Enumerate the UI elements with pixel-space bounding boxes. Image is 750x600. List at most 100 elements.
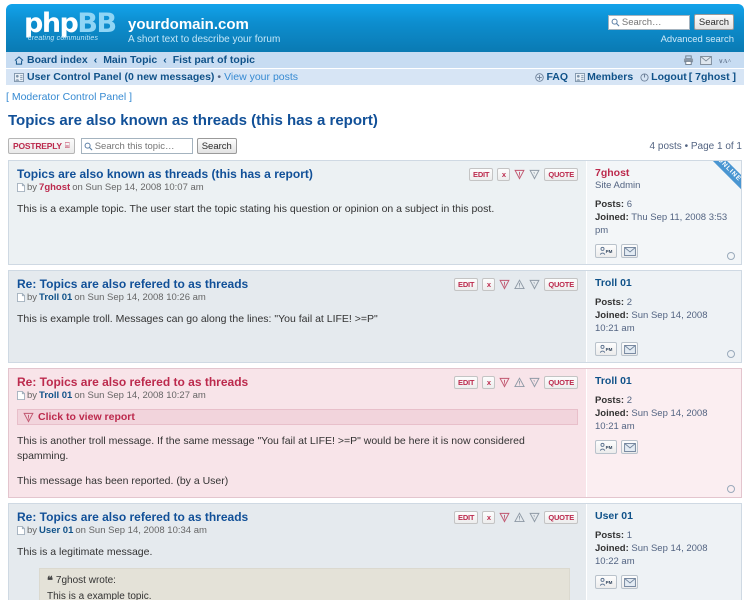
post-subject[interactable]: Re: Topics are also refered to as thread…	[17, 277, 248, 291]
logo-block[interactable]: phpBB creating communities yourdomain.co…	[24, 10, 280, 47]
post-controls: EDIT x? QUOTE	[454, 375, 578, 389]
moderator-control-panel[interactable]: [ Moderator Control Panel ]	[6, 91, 744, 103]
quote-post-button[interactable]: QUOTE	[544, 511, 578, 524]
quote-author: 7ghost wrote:	[55, 575, 116, 586]
view-report-bar[interactable]: Click to view report	[17, 409, 578, 425]
post-subject[interactable]: Re: Topics are also refered to as thread…	[17, 510, 248, 524]
topic-search: Search	[80, 138, 237, 154]
edit-post-button[interactable]: EDIT	[469, 168, 494, 181]
post-paragraph: This message has been reported. (by a Us…	[17, 475, 229, 487]
post-paragraph: This is a example topic. The user start …	[17, 203, 495, 215]
members-link[interactable]: Members	[587, 69, 633, 85]
post-icon	[17, 293, 25, 302]
advanced-search-link[interactable]: Advanced search	[661, 34, 734, 45]
post-body: Re: Topics are also refered to as thread…	[9, 271, 586, 362]
topic-search-button[interactable]: Search	[196, 138, 237, 154]
site-text: yourdomain.com A short text to describe …	[128, 10, 280, 47]
report-post-icon[interactable]	[499, 377, 510, 388]
breadcrumb-main-topic[interactable]: Main Topic	[103, 52, 157, 68]
header-wrapper: phpBB creating communities yourdomain.co…	[0, 0, 750, 52]
post-reply-button-top[interactable]: POSTREPLY ⌸	[8, 138, 75, 154]
delete-post-button[interactable]: x	[482, 376, 496, 389]
delete-post-button[interactable]: x	[497, 168, 511, 181]
back-to-top-button[interactable]	[727, 485, 735, 493]
private-message-button[interactable]: PM	[595, 575, 617, 589]
post-info-icon[interactable]: ?	[529, 169, 540, 180]
report-post-icon[interactable]	[499, 279, 510, 290]
author-stats: Posts: 2 Joined: Sun Sep 14, 2008 10:21 a…	[595, 394, 733, 433]
back-to-top-button[interactable]	[727, 350, 735, 358]
search-box[interactable]	[607, 14, 690, 30]
topic-search-box[interactable]	[80, 138, 193, 154]
faq-link[interactable]: FAQ	[546, 69, 568, 85]
author-name[interactable]: Troll 01	[595, 277, 733, 289]
logout-link[interactable]: Logout	[651, 69, 687, 85]
private-message-button[interactable]: PM	[595, 244, 617, 258]
email-user-button[interactable]	[621, 440, 638, 454]
author-name[interactable]: User 01	[595, 510, 733, 522]
report-post-icon[interactable]	[499, 512, 510, 523]
user-control-panel-link[interactable]: User Control Panel	[27, 69, 122, 85]
delete-post-button[interactable]: x	[482, 511, 496, 524]
email-user-button[interactable]	[621, 342, 638, 356]
quote-post-button[interactable]: QUOTE	[544, 278, 578, 291]
post-author[interactable]: Troll 01	[39, 390, 72, 401]
font-size-icon[interactable]: ∨A^	[718, 56, 736, 65]
ucp-icon	[14, 72, 24, 82]
email-user-button[interactable]	[621, 575, 638, 589]
edit-post-button[interactable]: EDIT	[454, 511, 479, 524]
post-subject[interactable]: Topics are also known as threads (this h…	[17, 167, 313, 181]
author-name[interactable]: Troll 01	[595, 375, 733, 387]
author-name[interactable]: 7ghost	[595, 167, 733, 179]
warn-user-icon[interactable]	[514, 377, 526, 388]
quote-post-button[interactable]: QUOTE	[544, 376, 578, 389]
search-input[interactable]	[621, 15, 687, 29]
warn-user-icon[interactable]	[514, 512, 526, 523]
post-author-panel: ONLINE 7ghost Site Admin Posts: 6 Joined: Th…	[586, 161, 741, 264]
post-by-label: by	[27, 525, 38, 536]
report-post-icon[interactable]	[514, 169, 525, 180]
post-header-left: Re: Topics are also refered to as thread…	[17, 510, 248, 536]
post-info-icon[interactable]: ?	[529, 377, 540, 388]
post-author[interactable]: 7ghost	[39, 182, 70, 193]
breadcrumb-board-index[interactable]: Board index	[27, 52, 88, 68]
joined-label: Joined:	[595, 310, 629, 321]
topic-search-input[interactable]	[94, 139, 190, 153]
post-reply-arrow-icon: ⌸	[64, 141, 70, 150]
faq-item[interactable]: FAQ	[535, 69, 568, 85]
quote-post-button[interactable]: QUOTE	[544, 168, 578, 181]
quote-mark-icon: ❝	[47, 575, 53, 587]
view-your-posts-link[interactable]: View your posts	[224, 69, 298, 85]
site-header: phpBB creating communities yourdomain.co…	[6, 4, 744, 52]
post-paragraph: This is a legitimate message.	[17, 546, 153, 558]
phpbb-page: phpBB creating communities yourdomain.co…	[0, 0, 750, 600]
posts-label: Posts:	[595, 199, 625, 210]
edit-post-button[interactable]: EDIT	[454, 278, 479, 291]
breadcrumb-first-part[interactable]: Fist part of topic	[173, 52, 255, 68]
post-by-label: by	[27, 182, 38, 193]
warn-user-icon[interactable]	[514, 279, 526, 290]
email-icon[interactable]	[700, 55, 712, 65]
author-posts: Posts: 1	[595, 529, 733, 542]
private-message-button[interactable]: PM	[595, 342, 617, 356]
edit-post-button[interactable]: EDIT	[454, 376, 479, 389]
delete-post-button[interactable]: x	[482, 278, 496, 291]
post-author[interactable]: Troll 01	[39, 292, 72, 303]
logout-item[interactable]: Logout [ 7ghost ]	[640, 69, 736, 85]
post-info-icon[interactable]: ?	[529, 279, 540, 290]
post-header-left: Re: Topics are also refered to as thread…	[17, 375, 248, 401]
private-message-button[interactable]: PM	[595, 440, 617, 454]
print-icon[interactable]	[683, 55, 694, 65]
post-info-icon[interactable]: ?	[529, 512, 540, 523]
moderator-control-panel-link[interactable]: [ Moderator Control Panel ]	[6, 91, 132, 103]
user-nav-left: User Control Panel (0 new messages) • Vi…	[14, 69, 298, 85]
phpbb-logo[interactable]: phpBB creating communities	[24, 10, 117, 43]
post-date: on Sun Sep 14, 2008 10:27 am	[74, 390, 206, 401]
post-author[interactable]: User 01	[39, 525, 73, 536]
email-user-button[interactable]	[621, 244, 638, 258]
author-joined: Joined: Thu Sep 11, 2008 3:53 pm	[595, 211, 733, 237]
back-to-top-button[interactable]	[727, 252, 735, 260]
members-item[interactable]: Members	[575, 69, 633, 85]
search-button[interactable]: Search	[693, 14, 734, 30]
post-subject[interactable]: Re: Topics are also refered to as thread…	[17, 375, 248, 389]
